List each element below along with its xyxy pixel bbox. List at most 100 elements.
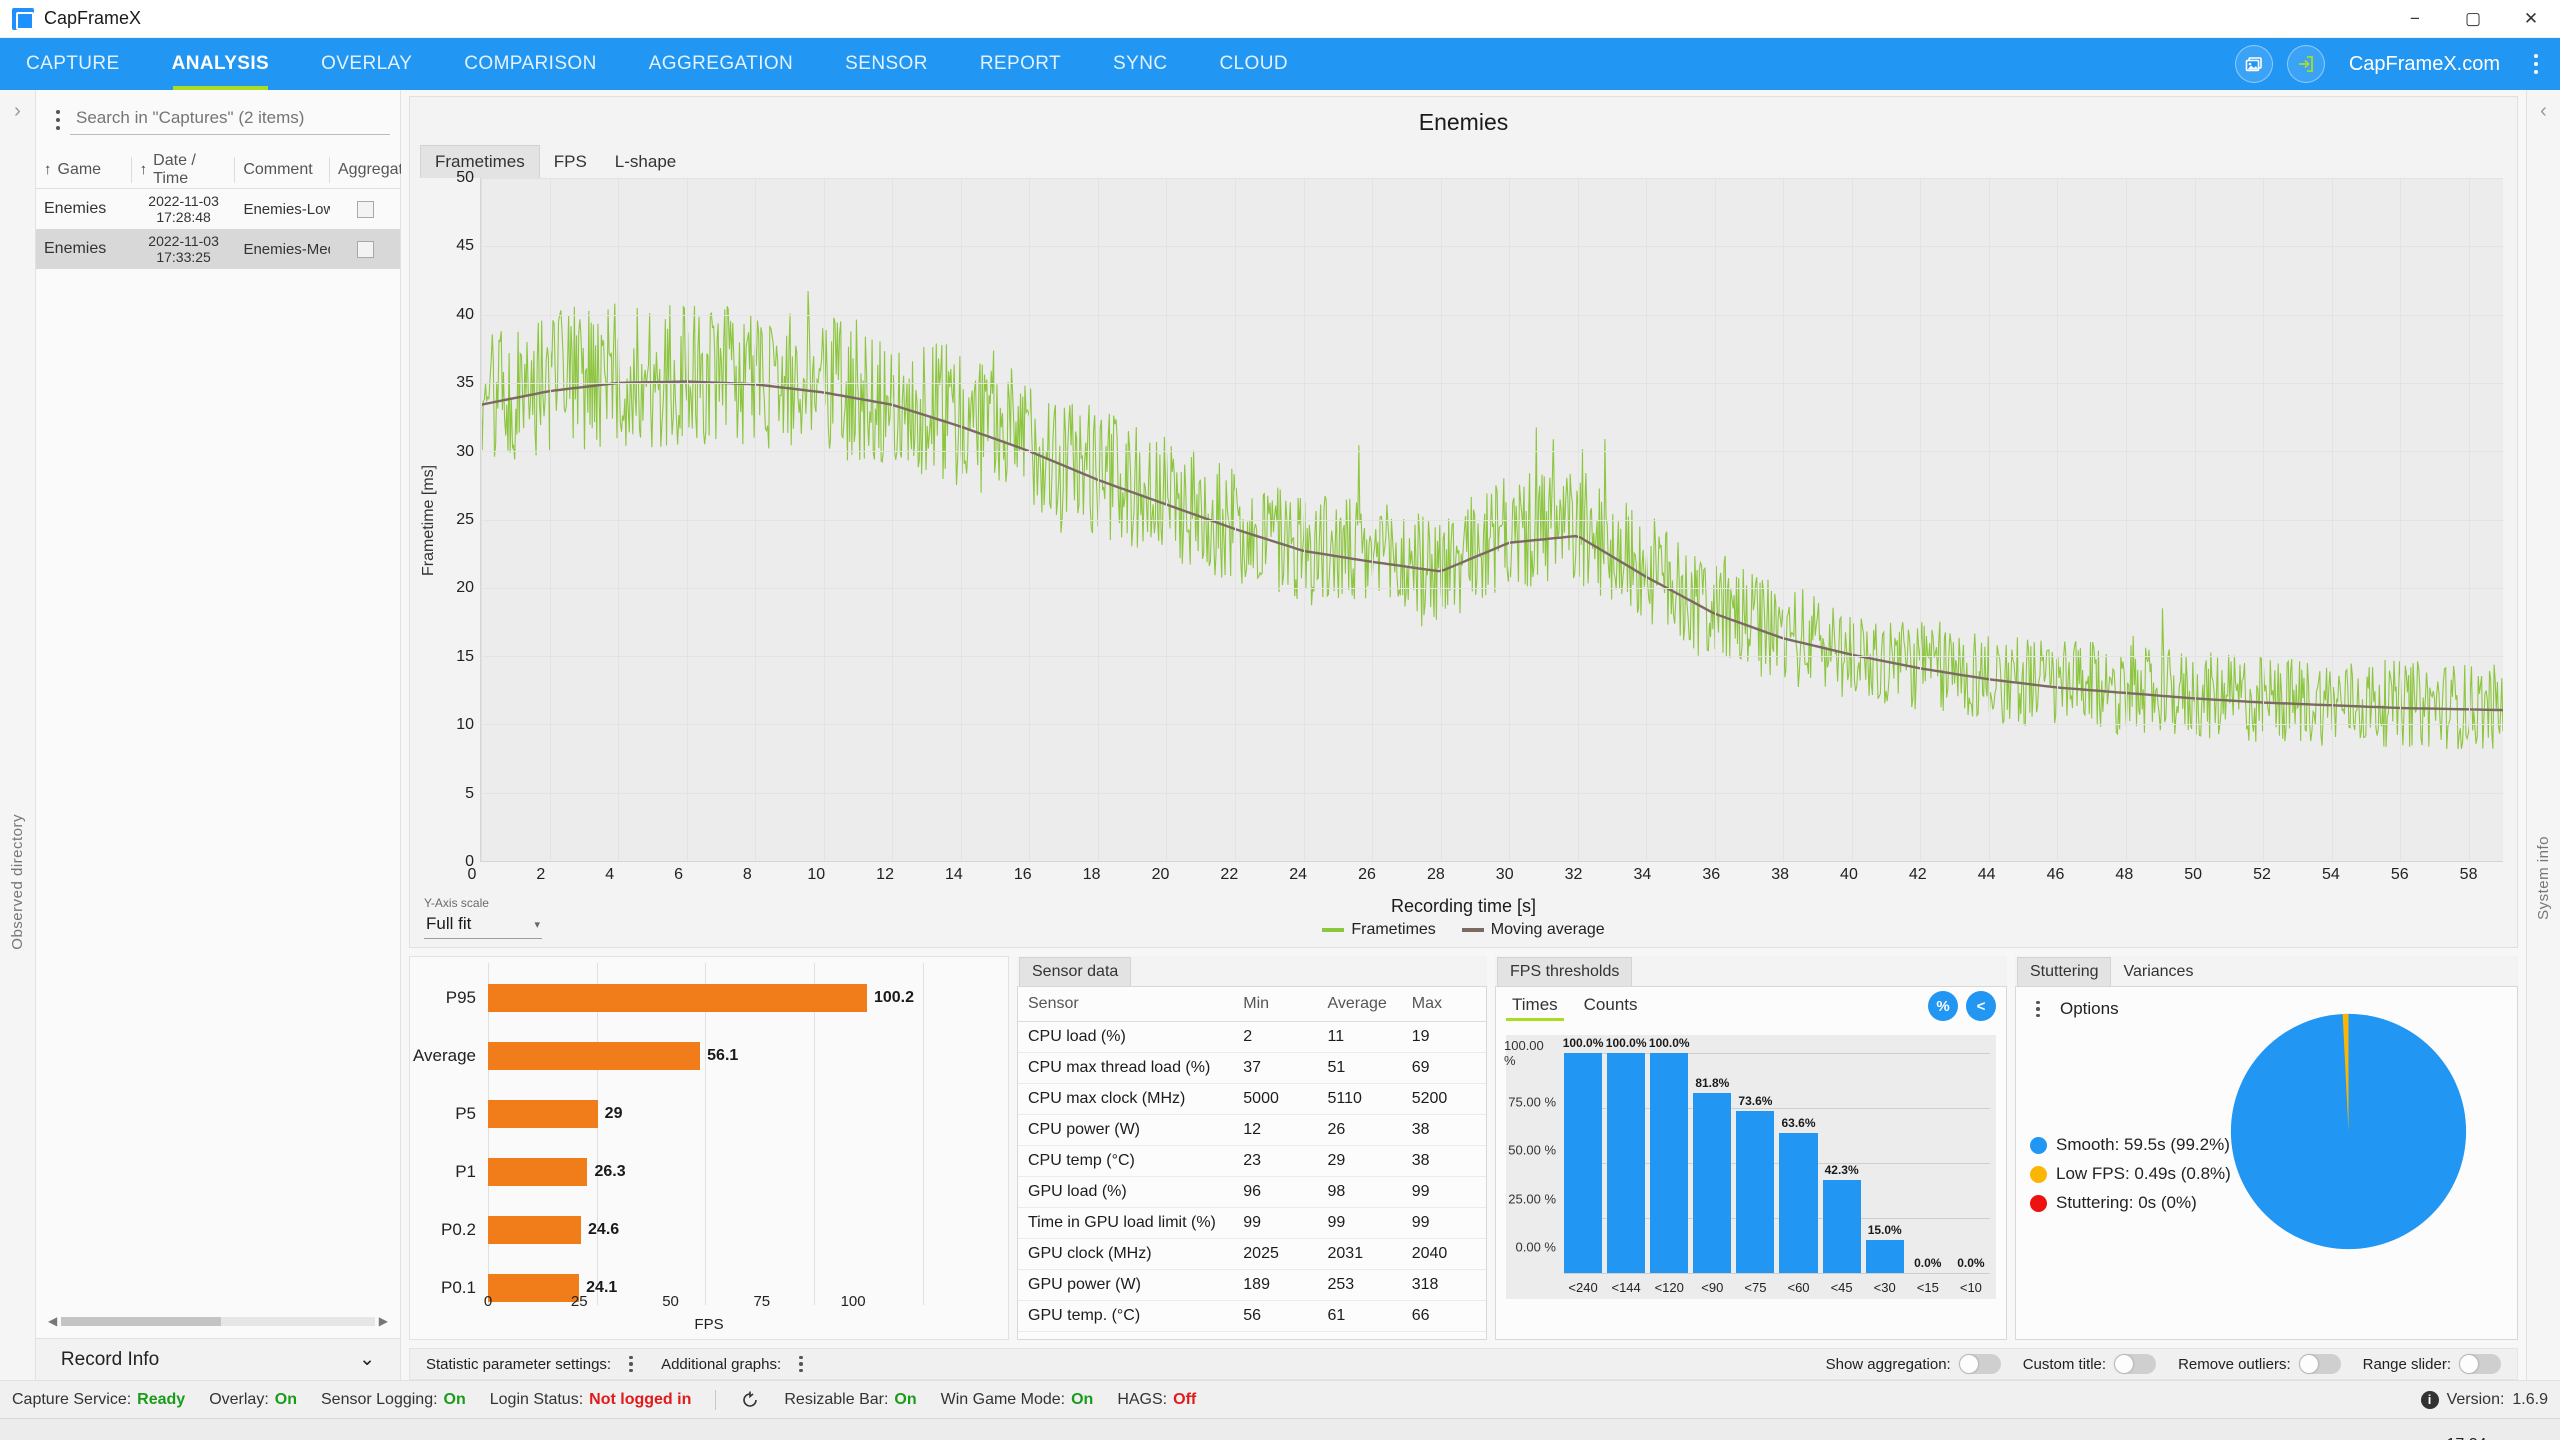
column-header-game[interactable]: ↑ Game bbox=[36, 156, 132, 183]
tab-variances[interactable]: Variances bbox=[2111, 958, 2205, 986]
scroll-track[interactable] bbox=[61, 1316, 375, 1326]
additional-graphs[interactable]: Additional graphs: bbox=[661, 1356, 813, 1373]
stuttering-legend: Smooth: 59.5s (99.2%) Low FPS: 0.49s (0.… bbox=[2030, 1135, 2231, 1213]
nav-tab-analysis[interactable]: ANALYSIS bbox=[146, 38, 296, 90]
minimize-button[interactable]: − bbox=[2386, 0, 2444, 38]
remove-outliers-toggle[interactable] bbox=[2298, 1354, 2341, 1374]
tab-lshape[interactable]: L-shape bbox=[601, 146, 690, 178]
frametimes-plot[interactable] bbox=[480, 178, 2503, 862]
column-header-comment[interactable]: Comment bbox=[235, 156, 330, 183]
threshold-bar[interactable] bbox=[1607, 1053, 1646, 1273]
login-icon[interactable] bbox=[2286, 45, 2325, 83]
capframex-taskbar-icon[interactable] bbox=[442, 1423, 500, 1440]
less-than-toggle-button[interactable]: < bbox=[1966, 991, 1996, 1021]
aggregated-checkbox[interactable] bbox=[356, 240, 374, 258]
tab-fps-thresholds[interactable]: FPS thresholds bbox=[1497, 957, 1633, 986]
captures-menu-icon[interactable] bbox=[46, 109, 70, 130]
stat-bar[interactable] bbox=[488, 1158, 588, 1186]
record-info-chevron-icon[interactable]: ⌄ bbox=[359, 1348, 375, 1371]
custom-title-control[interactable]: Custom title: bbox=[2023, 1354, 2157, 1374]
left-rail: › Observed directory bbox=[0, 90, 36, 1380]
navbar-overflow-menu-icon[interactable] bbox=[2524, 54, 2548, 74]
subtab-times[interactable]: Times bbox=[1506, 991, 1564, 1021]
scroll-right-icon[interactable]: ▶ bbox=[379, 1314, 388, 1328]
scroll-left-icon[interactable]: ◀ bbox=[48, 1314, 57, 1328]
start-button-icon[interactable] bbox=[8, 1423, 66, 1440]
nav-tab-overlay[interactable]: OVERLAY bbox=[295, 38, 438, 90]
task-view-icon[interactable] bbox=[70, 1423, 128, 1440]
y-axis-scale-dropdown[interactable]: Full fit ▾ bbox=[424, 912, 542, 939]
legend-item-moving-average[interactable]: Moving average bbox=[1461, 921, 1605, 939]
statistic-parameter-settings[interactable]: Statistic parameter settings: bbox=[426, 1356, 643, 1373]
stuttering-pie-chart[interactable] bbox=[2226, 1009, 2471, 1260]
remove-outliers-control[interactable]: Remove outliers: bbox=[2178, 1354, 2341, 1374]
screenshot-icon[interactable] bbox=[2234, 45, 2273, 83]
nav-tab-cloud[interactable]: CLOUD bbox=[1193, 38, 1314, 90]
record-info-bar[interactable]: Record Info ⌄ bbox=[36, 1338, 400, 1380]
maximize-button[interactable]: ▢ bbox=[2444, 0, 2502, 38]
sensor-value-cell: 66 bbox=[1401, 1300, 1486, 1332]
aggregated-checkbox[interactable] bbox=[356, 200, 374, 218]
column-header-aggregated[interactable]: Aggregated bbox=[330, 157, 421, 183]
table-row[interactable]: Enemies 2022-11-03 17:28:48 Enemies-Low-… bbox=[36, 189, 400, 229]
nav-tab-report[interactable]: REPORT bbox=[954, 38, 1087, 90]
collapse-system-info-icon[interactable]: ‹ bbox=[2540, 100, 2547, 123]
system-info-label[interactable]: System info bbox=[2535, 836, 2552, 920]
tab-frametimes[interactable]: Frametimes bbox=[420, 145, 540, 178]
additional-graphs-menu-icon[interactable] bbox=[789, 1355, 813, 1373]
gallery-app-icon[interactable] bbox=[380, 1423, 438, 1440]
x-tick-label: 12 bbox=[876, 866, 894, 883]
stat-bar[interactable] bbox=[488, 1100, 598, 1128]
column-header-date[interactable]: ↑ Date / Time bbox=[132, 152, 236, 187]
stat-bar[interactable] bbox=[488, 984, 867, 1012]
browser-icon[interactable] bbox=[256, 1423, 314, 1440]
captures-horizontal-scrollbar[interactable]: ◀ ▶ bbox=[48, 1312, 388, 1330]
threshold-value-label: 100.0% bbox=[1605, 1036, 1647, 1050]
observed-directory-label[interactable]: Observed directory bbox=[9, 814, 26, 950]
threshold-bar[interactable] bbox=[1650, 1053, 1689, 1273]
range-slider-control[interactable]: Range slider: bbox=[2363, 1354, 2501, 1374]
table-row[interactable]: Enemies 2022-11-03 17:33:25 Enemies-Medi… bbox=[36, 229, 400, 269]
statistic-parameter-settings-menu-icon[interactable] bbox=[619, 1355, 643, 1373]
custom-title-toggle[interactable] bbox=[2114, 1354, 2157, 1374]
capframex-site-link[interactable]: CapFrameX.com bbox=[2339, 53, 2510, 76]
stat-bar[interactable] bbox=[488, 1042, 701, 1070]
nav-tab-sync[interactable]: SYNC bbox=[1087, 38, 1193, 90]
tab-fps[interactable]: FPS bbox=[540, 146, 601, 178]
file-explorer-icon[interactable] bbox=[132, 1423, 190, 1440]
captures-search-input[interactable] bbox=[70, 104, 390, 135]
nav-tab-comparison[interactable]: COMPARISON bbox=[438, 38, 622, 90]
legend-item-frametimes[interactable]: Frametimes bbox=[1322, 921, 1436, 939]
stat-bar[interactable] bbox=[488, 1216, 582, 1244]
show-aggregation-toggle[interactable] bbox=[1958, 1354, 2001, 1374]
nav-tab-aggregation[interactable]: AGGREGATION bbox=[623, 38, 819, 90]
threshold-bar[interactable] bbox=[1693, 1093, 1732, 1273]
scroll-thumb[interactable] bbox=[61, 1316, 222, 1326]
thresholds-plot[interactable]: Time 100.00 % 75.00 % 50.00 % 25.00 % 0.00 %… bbox=[1496, 1035, 1996, 1299]
tab-sensor-data[interactable]: Sensor data bbox=[1019, 957, 1132, 986]
tab-stuttering[interactable]: Stuttering bbox=[2017, 957, 2112, 986]
range-slider-toggle[interactable] bbox=[2459, 1354, 2501, 1374]
stuttering-options-row[interactable]: Options bbox=[2026, 999, 2119, 1019]
gridline-vertical bbox=[823, 178, 825, 861]
threshold-bar[interactable] bbox=[1779, 1133, 1818, 1273]
threshold-bar[interactable] bbox=[1822, 1179, 1861, 1273]
nav-tab-sensor[interactable]: SENSOR bbox=[819, 38, 954, 90]
expand-observed-directory-icon[interactable]: › bbox=[14, 100, 21, 123]
sensor-value-cell: 5.66 bbox=[1233, 1331, 1318, 1339]
mail-icon[interactable] bbox=[194, 1423, 252, 1440]
threshold-bar[interactable] bbox=[1865, 1240, 1904, 1273]
settings-strip-toggles: Show aggregation: Custom title: Remove o… bbox=[1826, 1354, 2501, 1374]
x-tick-label: 58 bbox=[2459, 866, 2478, 883]
refresh-icon[interactable] bbox=[740, 1390, 760, 1410]
nav-tab-capture[interactable]: CAPTURE bbox=[0, 38, 146, 90]
threshold-bar[interactable] bbox=[1564, 1053, 1603, 1273]
stuttering-options-menu-icon[interactable] bbox=[2026, 1000, 2050, 1018]
warning-app-icon[interactable] bbox=[318, 1423, 376, 1440]
taskbar-clock[interactable]: 17:34 03.11.2022 bbox=[2427, 1435, 2506, 1440]
subtab-counts[interactable]: Counts bbox=[1578, 991, 1644, 1021]
show-aggregation-control[interactable]: Show aggregation: bbox=[1826, 1354, 2001, 1374]
percent-toggle-button[interactable]: % bbox=[1928, 991, 1958, 1021]
close-button[interactable]: ✕ bbox=[2502, 0, 2560, 38]
threshold-bar[interactable] bbox=[1736, 1111, 1775, 1273]
